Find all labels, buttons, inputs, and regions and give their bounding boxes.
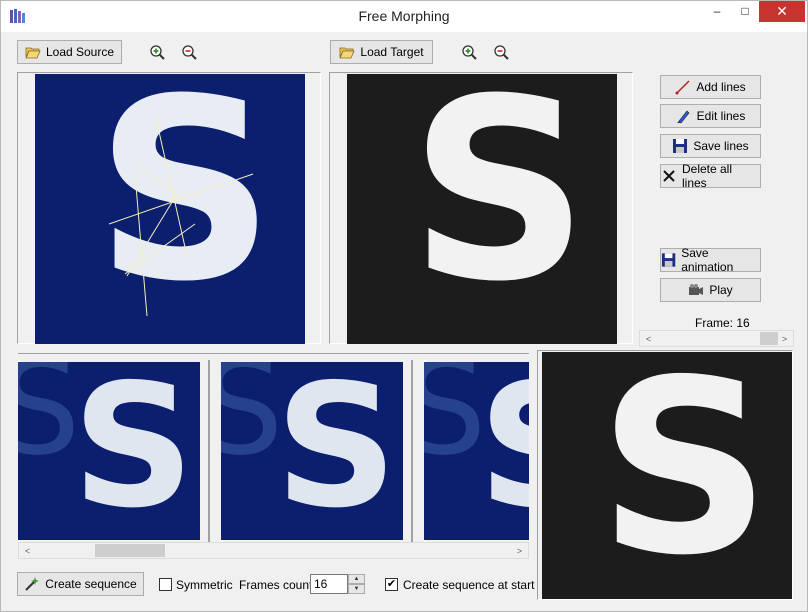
zoom-out-icon — [494, 45, 509, 60]
target-zoom-in-button[interactable] — [457, 40, 481, 64]
delete-all-lines-label: Delete all lines — [681, 162, 733, 190]
spin-up-arrow[interactable]: ▲ — [348, 574, 365, 584]
thumbnail[interactable]: S S — [221, 362, 403, 540]
thumbnail[interactable]: S S — [18, 362, 200, 540]
play-label: Play — [709, 283, 733, 297]
source-zoom-out-button[interactable] — [177, 40, 201, 64]
save-lines-button[interactable]: Save lines — [660, 134, 761, 158]
symmetric-checkbox[interactable] — [159, 578, 172, 591]
frames-count-input[interactable]: 16 — [310, 574, 348, 594]
thumbnails-scrollbar[interactable]: < > — [18, 542, 529, 559]
zoom-out-icon — [182, 45, 197, 60]
preview-letter: S — [598, 352, 771, 599]
spin-down-arrow[interactable]: ▼ — [348, 584, 365, 594]
line-draw-icon — [675, 80, 690, 95]
play-button[interactable]: Play — [660, 278, 761, 302]
minimize-button[interactable]: – — [703, 1, 731, 22]
morph-lines-overlay[interactable] — [35, 74, 305, 344]
source-zoom-in-button[interactable] — [145, 40, 169, 64]
create-at-start-checkbox[interactable]: ✔ — [385, 578, 398, 591]
frames-count-label: Frames count: — [239, 578, 316, 592]
add-lines-button[interactable]: Add lines — [660, 75, 761, 99]
frame-slider-left-arrow[interactable]: < — [640, 331, 657, 346]
frame-slider[interactable]: < > — [639, 330, 794, 347]
create-at-start-label: Create sequence at start — [403, 578, 535, 592]
preview-image: S — [542, 352, 792, 599]
save-animation-button[interactable]: Save animation — [660, 246, 761, 274]
source-image[interactable]: S — [35, 74, 305, 344]
floppy-disk-icon — [673, 139, 688, 153]
frame-label: Frame: 16 — [695, 316, 750, 330]
edit-lines-label: Edit lines — [696, 109, 746, 123]
sequence-wand-icon — [25, 577, 40, 591]
scroll-left-arrow[interactable]: < — [19, 543, 36, 558]
load-target-button[interactable]: Load Target — [330, 40, 433, 64]
sequence-thumbnails: S S S S S S — [18, 353, 529, 542]
title-bar: Free Morphing – □ ✕ — [1, 1, 807, 32]
load-source-button[interactable]: Load Source — [17, 40, 122, 64]
thumbnail[interactable]: S S — [424, 362, 529, 540]
frame-slider-right-arrow[interactable]: > — [776, 331, 793, 346]
zoom-in-icon — [462, 45, 477, 60]
folder-open-icon — [25, 47, 41, 59]
scrollbar-thumb[interactable] — [95, 544, 165, 557]
symmetric-label: Symmetric — [176, 578, 233, 592]
thumbnail-letter: S — [72, 362, 195, 540]
floppy-disk-icon — [661, 253, 676, 267]
window-title: Free Morphing — [358, 8, 450, 24]
target-letter: S — [409, 74, 590, 336]
thumbnail-letter: S — [478, 362, 529, 532]
target-zoom-out-button[interactable] — [489, 40, 513, 64]
delete-all-lines-button[interactable]: Delete all lines — [660, 162, 761, 190]
edit-lines-button[interactable]: Edit lines — [660, 104, 761, 128]
close-button[interactable]: ✕ — [759, 1, 805, 22]
scroll-right-arrow[interactable]: > — [511, 543, 528, 558]
create-sequence-label: Create sequence — [45, 577, 137, 591]
folder-open-icon — [339, 47, 356, 59]
camera-play-icon — [689, 284, 704, 295]
zoom-in-icon — [150, 45, 165, 60]
thumbnail-letter: S — [275, 362, 398, 540]
app-window: Free Morphing – □ ✕ Load Source Load Tar… — [0, 0, 808, 612]
target-image[interactable]: S — [347, 74, 617, 344]
load-source-label: Load Source — [45, 45, 115, 59]
delete-x-icon — [663, 170, 675, 182]
save-animation-label: Save animation — [681, 246, 734, 274]
save-lines-label: Save lines — [693, 139, 749, 153]
load-target-label: Load Target — [360, 45, 424, 59]
maximize-button[interactable]: □ — [731, 1, 759, 22]
add-lines-label: Add lines — [696, 80, 746, 94]
create-sequence-button[interactable]: Create sequence — [17, 572, 144, 596]
frames-count-spinner[interactable]: ▲ ▼ — [348, 574, 365, 594]
pen-edit-icon — [676, 110, 690, 124]
